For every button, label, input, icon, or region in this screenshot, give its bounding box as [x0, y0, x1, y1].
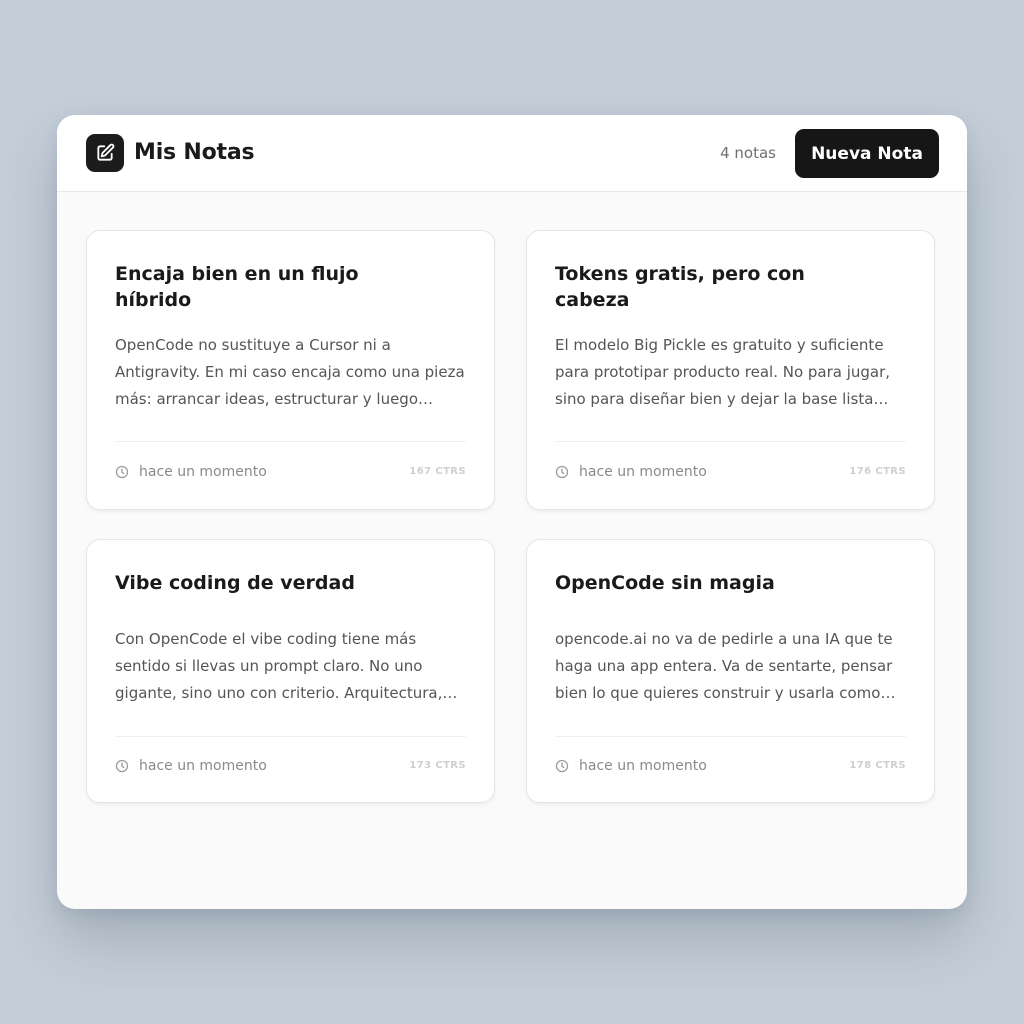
note-preview: Con OpenCode el vibe coding tiene más se…	[115, 630, 458, 702]
note-timestamp: hace un momento	[139, 464, 267, 480]
note-preview: El modelo Big Pickle es gratuito y sufic…	[555, 336, 891, 408]
notes-app-window: Mis Notas 4 notas Nueva Nota Encaja bien…	[57, 115, 967, 909]
note-title: Vibe coding de verdad	[115, 572, 355, 594]
card-divider	[555, 441, 906, 442]
edit-note-icon	[86, 134, 124, 172]
note-footer: hace un momento 176 CTRS	[555, 462, 906, 482]
note-preview: OpenCode no sustituye a Cursor ni a Anti…	[115, 336, 465, 408]
note-footer: hace un momento 178 CTRS	[555, 756, 906, 776]
char-count-badge: 176 CTRS	[849, 466, 906, 477]
card-divider	[555, 736, 906, 737]
note-title: Tokens gratis, pero con cabeza	[555, 263, 805, 311]
note-footer: hace un momento 167 CTRS	[115, 462, 466, 482]
note-card[interactable]: Tokens gratis, pero con cabeza El modelo…	[526, 230, 935, 510]
note-card[interactable]: Vibe coding de verdad Con OpenCode el vi…	[86, 539, 495, 803]
new-note-button[interactable]: Nueva Nota	[795, 129, 939, 178]
app-header: Mis Notas 4 notas Nueva Nota	[57, 115, 967, 192]
clock-icon	[115, 465, 129, 479]
note-preview: opencode.ai no va de pedirle a una IA qu…	[555, 630, 896, 702]
note-timestamp: hace un momento	[579, 464, 707, 480]
clock-icon	[555, 465, 569, 479]
app-title: Mis Notas	[134, 140, 255, 165]
card-divider	[115, 736, 466, 737]
note-card[interactable]: Encaja bien en un flujo híbrido OpenCode…	[86, 230, 495, 510]
clock-icon	[555, 759, 569, 773]
note-footer: hace un momento 173 CTRS	[115, 756, 466, 776]
note-card[interactable]: OpenCode sin magia opencode.ai no va de …	[526, 539, 935, 803]
card-divider	[115, 441, 466, 442]
char-count-badge: 167 CTRS	[409, 466, 466, 477]
note-timestamp: hace un momento	[579, 758, 707, 774]
char-count-badge: 178 CTRS	[849, 760, 906, 771]
note-count: 4 notas	[720, 144, 776, 162]
note-title: OpenCode sin magia	[555, 572, 775, 594]
char-count-badge: 173 CTRS	[409, 760, 466, 771]
clock-icon	[115, 759, 129, 773]
note-timestamp: hace un momento	[139, 758, 267, 774]
note-title: Encaja bien en un flujo híbrido	[115, 263, 359, 311]
